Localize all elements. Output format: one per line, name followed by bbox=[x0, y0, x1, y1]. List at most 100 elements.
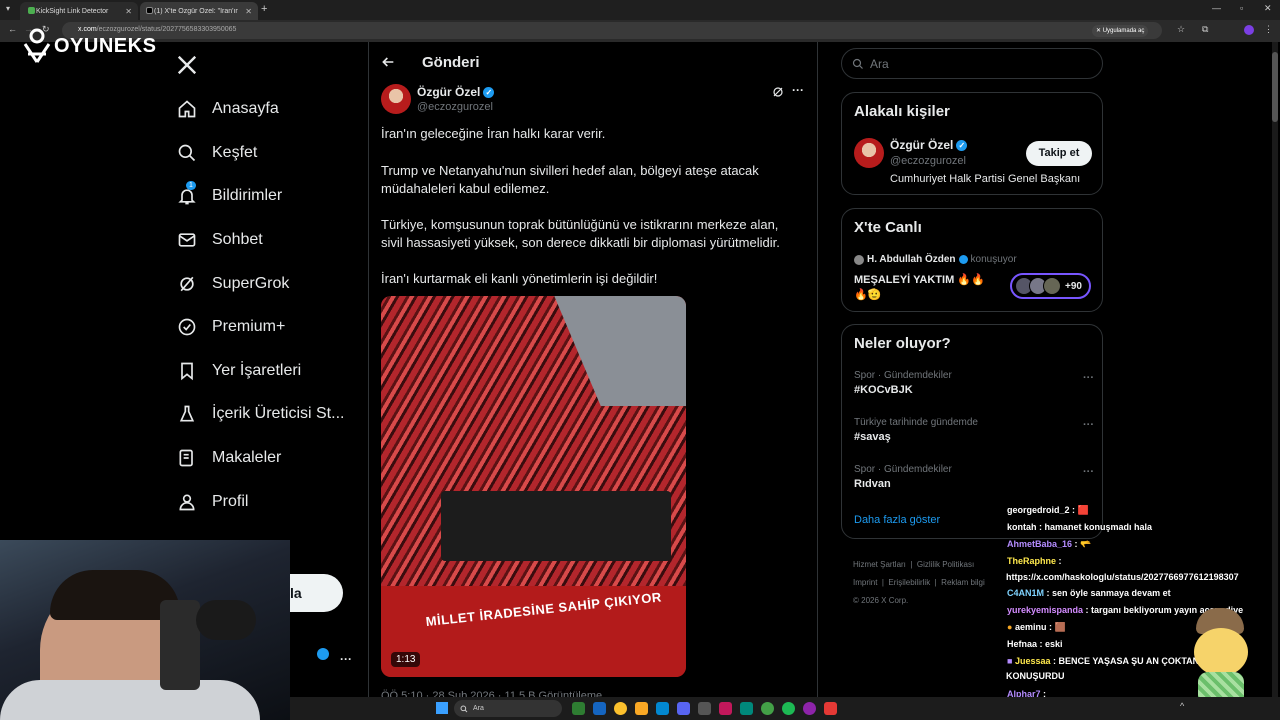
mail-icon bbox=[176, 229, 198, 251]
live-text[interactable]: MEŞALEYİ YAKTIM 🔥🔥 bbox=[854, 273, 985, 286]
account-more-icon[interactable]: ··· bbox=[340, 652, 352, 666]
post-text-line: İran'ın geleceğine İran halkı karar veri… bbox=[381, 126, 606, 141]
windows-start-icon[interactable] bbox=[436, 702, 448, 714]
chat-message: C4AN1M : sen öyle sanmaya devam et bbox=[1007, 588, 1171, 598]
bookmark-icon bbox=[176, 360, 198, 382]
back-icon[interactable]: ← bbox=[8, 24, 17, 34]
close-window-icon[interactable]: ✕ bbox=[1264, 3, 1272, 14]
more-options-icon[interactable]: ··· bbox=[792, 83, 804, 97]
profile-avatar-icon[interactable] bbox=[1244, 25, 1254, 35]
microphone bbox=[160, 600, 200, 690]
nav-item-articles[interactable]: Makaleler bbox=[176, 443, 281, 473]
taskbar-app-icon[interactable] bbox=[677, 702, 690, 715]
taskbar-app-icon[interactable] bbox=[593, 702, 606, 715]
host-status: konuşuyor bbox=[970, 254, 1017, 265]
trend-more-icon[interactable]: ··· bbox=[1083, 466, 1094, 478]
taskbar-search[interactable]: Ara bbox=[454, 700, 562, 717]
nav-label: SuperGrok bbox=[212, 275, 290, 292]
avatar[interactable] bbox=[381, 84, 411, 114]
taskbar-app-icon[interactable] bbox=[719, 702, 732, 715]
chat-message: AhmetBaba_16 : 🫳 bbox=[1007, 539, 1092, 549]
overlay-logo: OYUNEKS bbox=[22, 28, 156, 64]
taskbar-app-icon[interactable] bbox=[761, 702, 774, 715]
taskbar-app-icon[interactable] bbox=[614, 702, 627, 715]
nav-label: İçerik Üreticisi St... bbox=[212, 405, 345, 422]
menu-dots-icon[interactable]: ⋮ bbox=[1264, 24, 1273, 35]
url-input[interactable]: x.com/eczozgurozel/status/20277565833039… bbox=[62, 22, 1162, 39]
listeners-pill[interactable]: +90 bbox=[1010, 273, 1091, 299]
nav-item-premium[interactable]: Premium+ bbox=[176, 312, 285, 342]
nav-item-explore[interactable]: Keşfet bbox=[176, 138, 257, 168]
trend-item[interactable]: Türkiye tarihinde gündemde #savaş ··· bbox=[854, 417, 1094, 451]
open-in-app-button[interactable]: ✕ Uygulamada aç bbox=[1092, 25, 1149, 37]
close-tab-icon[interactable]: ✕ bbox=[245, 7, 252, 16]
back-arrow-icon[interactable] bbox=[380, 54, 396, 75]
tab-menu-icon[interactable]: ▾ bbox=[6, 4, 10, 13]
chat-link[interactable]: https://x.com/haskologlu/status/20277669… bbox=[1006, 572, 1239, 582]
new-tab-button[interactable]: + bbox=[261, 3, 267, 15]
tab-label: KickSight Link Detector bbox=[36, 7, 109, 15]
tab-kicksight[interactable]: KickSight Link Detector ✕ bbox=[20, 2, 138, 20]
extensions-icon[interactable]: ⧉ bbox=[1202, 24, 1208, 35]
footer-link[interactable]: Imprint bbox=[853, 578, 877, 587]
close-tab-icon[interactable]: ✕ bbox=[125, 7, 132, 16]
footer-link[interactable]: Erişilebilirlik bbox=[888, 578, 930, 587]
trend-more-icon[interactable]: ··· bbox=[1083, 372, 1094, 384]
star-icon[interactable]: ☆ bbox=[1177, 24, 1185, 35]
footer-link[interactable]: Hizmet Şartları bbox=[853, 560, 906, 569]
search-icon bbox=[852, 58, 863, 69]
live-host[interactable]: H. Abdullah Özden konuşuyor bbox=[854, 254, 1017, 265]
show-more-link[interactable]: Daha fazla göster bbox=[854, 514, 940, 526]
chat-message: Hefnaa : eski bbox=[1007, 639, 1063, 649]
related-name-text: Özgür Özel bbox=[890, 138, 954, 152]
taskbar-app-icon[interactable] bbox=[698, 702, 711, 715]
chat-message: georgedroid_2 : 🟥 bbox=[1007, 505, 1089, 515]
author-handle[interactable]: @eczozgurozel bbox=[417, 101, 493, 113]
avatar[interactable] bbox=[854, 138, 884, 168]
grok-action-icon[interactable] bbox=[772, 85, 784, 103]
nav-item-creator-studio[interactable]: İçerik Üreticisi St... bbox=[176, 399, 344, 429]
scrollbar-thumb[interactable] bbox=[1272, 52, 1278, 122]
related-title: Alakalı kişiler bbox=[854, 103, 950, 120]
verified-icon bbox=[176, 316, 198, 338]
footer-link[interactable]: Reklam bilgi bbox=[941, 578, 985, 587]
nav-item-supergrok[interactable]: SuperGrok bbox=[176, 269, 289, 299]
tab-x-post[interactable]: (1) X'te Özgür Özel: "İran'ın gel... ✕ bbox=[140, 2, 258, 20]
taskbar-app-icon[interactable] bbox=[635, 702, 648, 715]
follow-button[interactable]: Takip et bbox=[1026, 141, 1092, 166]
nav-item-profile[interactable]: Profil bbox=[176, 487, 248, 517]
nav-item-home[interactable]: Anasayfa bbox=[176, 94, 279, 124]
scrollbar[interactable] bbox=[1272, 42, 1278, 697]
taskbar-app-icon[interactable] bbox=[824, 702, 837, 715]
nav-item-bookmarks[interactable]: Yer İşaretleri bbox=[176, 356, 301, 386]
chat-message: https://x.com/haskologlu/status/20277669… bbox=[1006, 572, 1239, 582]
chat-emote: 🫳 bbox=[1080, 539, 1092, 549]
trend-item[interactable]: Spor · Gündemdekiler Rıdvan ··· bbox=[854, 464, 1094, 498]
taskbar-app-icon[interactable] bbox=[782, 702, 795, 715]
author-name[interactable]: Özgür Özel ✓ bbox=[417, 85, 495, 99]
minimize-icon[interactable]: — bbox=[1212, 3, 1221, 13]
taskbar-app-icon[interactable] bbox=[656, 702, 669, 715]
tray-chevron-icon[interactable]: ^ bbox=[1180, 701, 1184, 711]
trend-item[interactable]: Spor · Gündemdekiler #KOCvBJK ··· bbox=[854, 370, 1094, 404]
maximize-icon[interactable]: ▫ bbox=[1240, 3, 1243, 13]
related-name[interactable]: Özgür Özel ✓ bbox=[890, 138, 968, 152]
search-box[interactable]: Ara bbox=[841, 48, 1103, 79]
chat-username: AhmetBaba_16 bbox=[1007, 539, 1073, 549]
taskbar-app-icon[interactable] bbox=[572, 702, 585, 715]
close-small-icon: ✕ bbox=[1096, 28, 1103, 34]
x-logo-icon[interactable] bbox=[176, 54, 198, 81]
taskbar-search-label: Ara bbox=[473, 705, 484, 712]
footer-link[interactable]: Gizlilik Politikası bbox=[917, 560, 974, 569]
taskbar-app-icon[interactable] bbox=[803, 702, 816, 715]
chat-text: eski bbox=[1045, 639, 1063, 649]
oyuneks-wordmark: OYUNEKS bbox=[54, 34, 157, 57]
post-video[interactable]: MİLLET İRADESİNE SAHİP ÇIKIYOR 1:13 bbox=[381, 296, 686, 677]
chat-username: Hefnaa bbox=[1007, 639, 1038, 649]
nav-item-notifications[interactable]: 1 Bildirimler bbox=[176, 181, 282, 211]
copyright: © 2026 X Corp. bbox=[853, 596, 909, 605]
live-title: X'te Canlı bbox=[854, 219, 922, 236]
nav-item-chat[interactable]: Sohbet bbox=[176, 225, 263, 255]
trend-more-icon[interactable]: ··· bbox=[1083, 419, 1094, 431]
taskbar-app-icon[interactable] bbox=[740, 702, 753, 715]
